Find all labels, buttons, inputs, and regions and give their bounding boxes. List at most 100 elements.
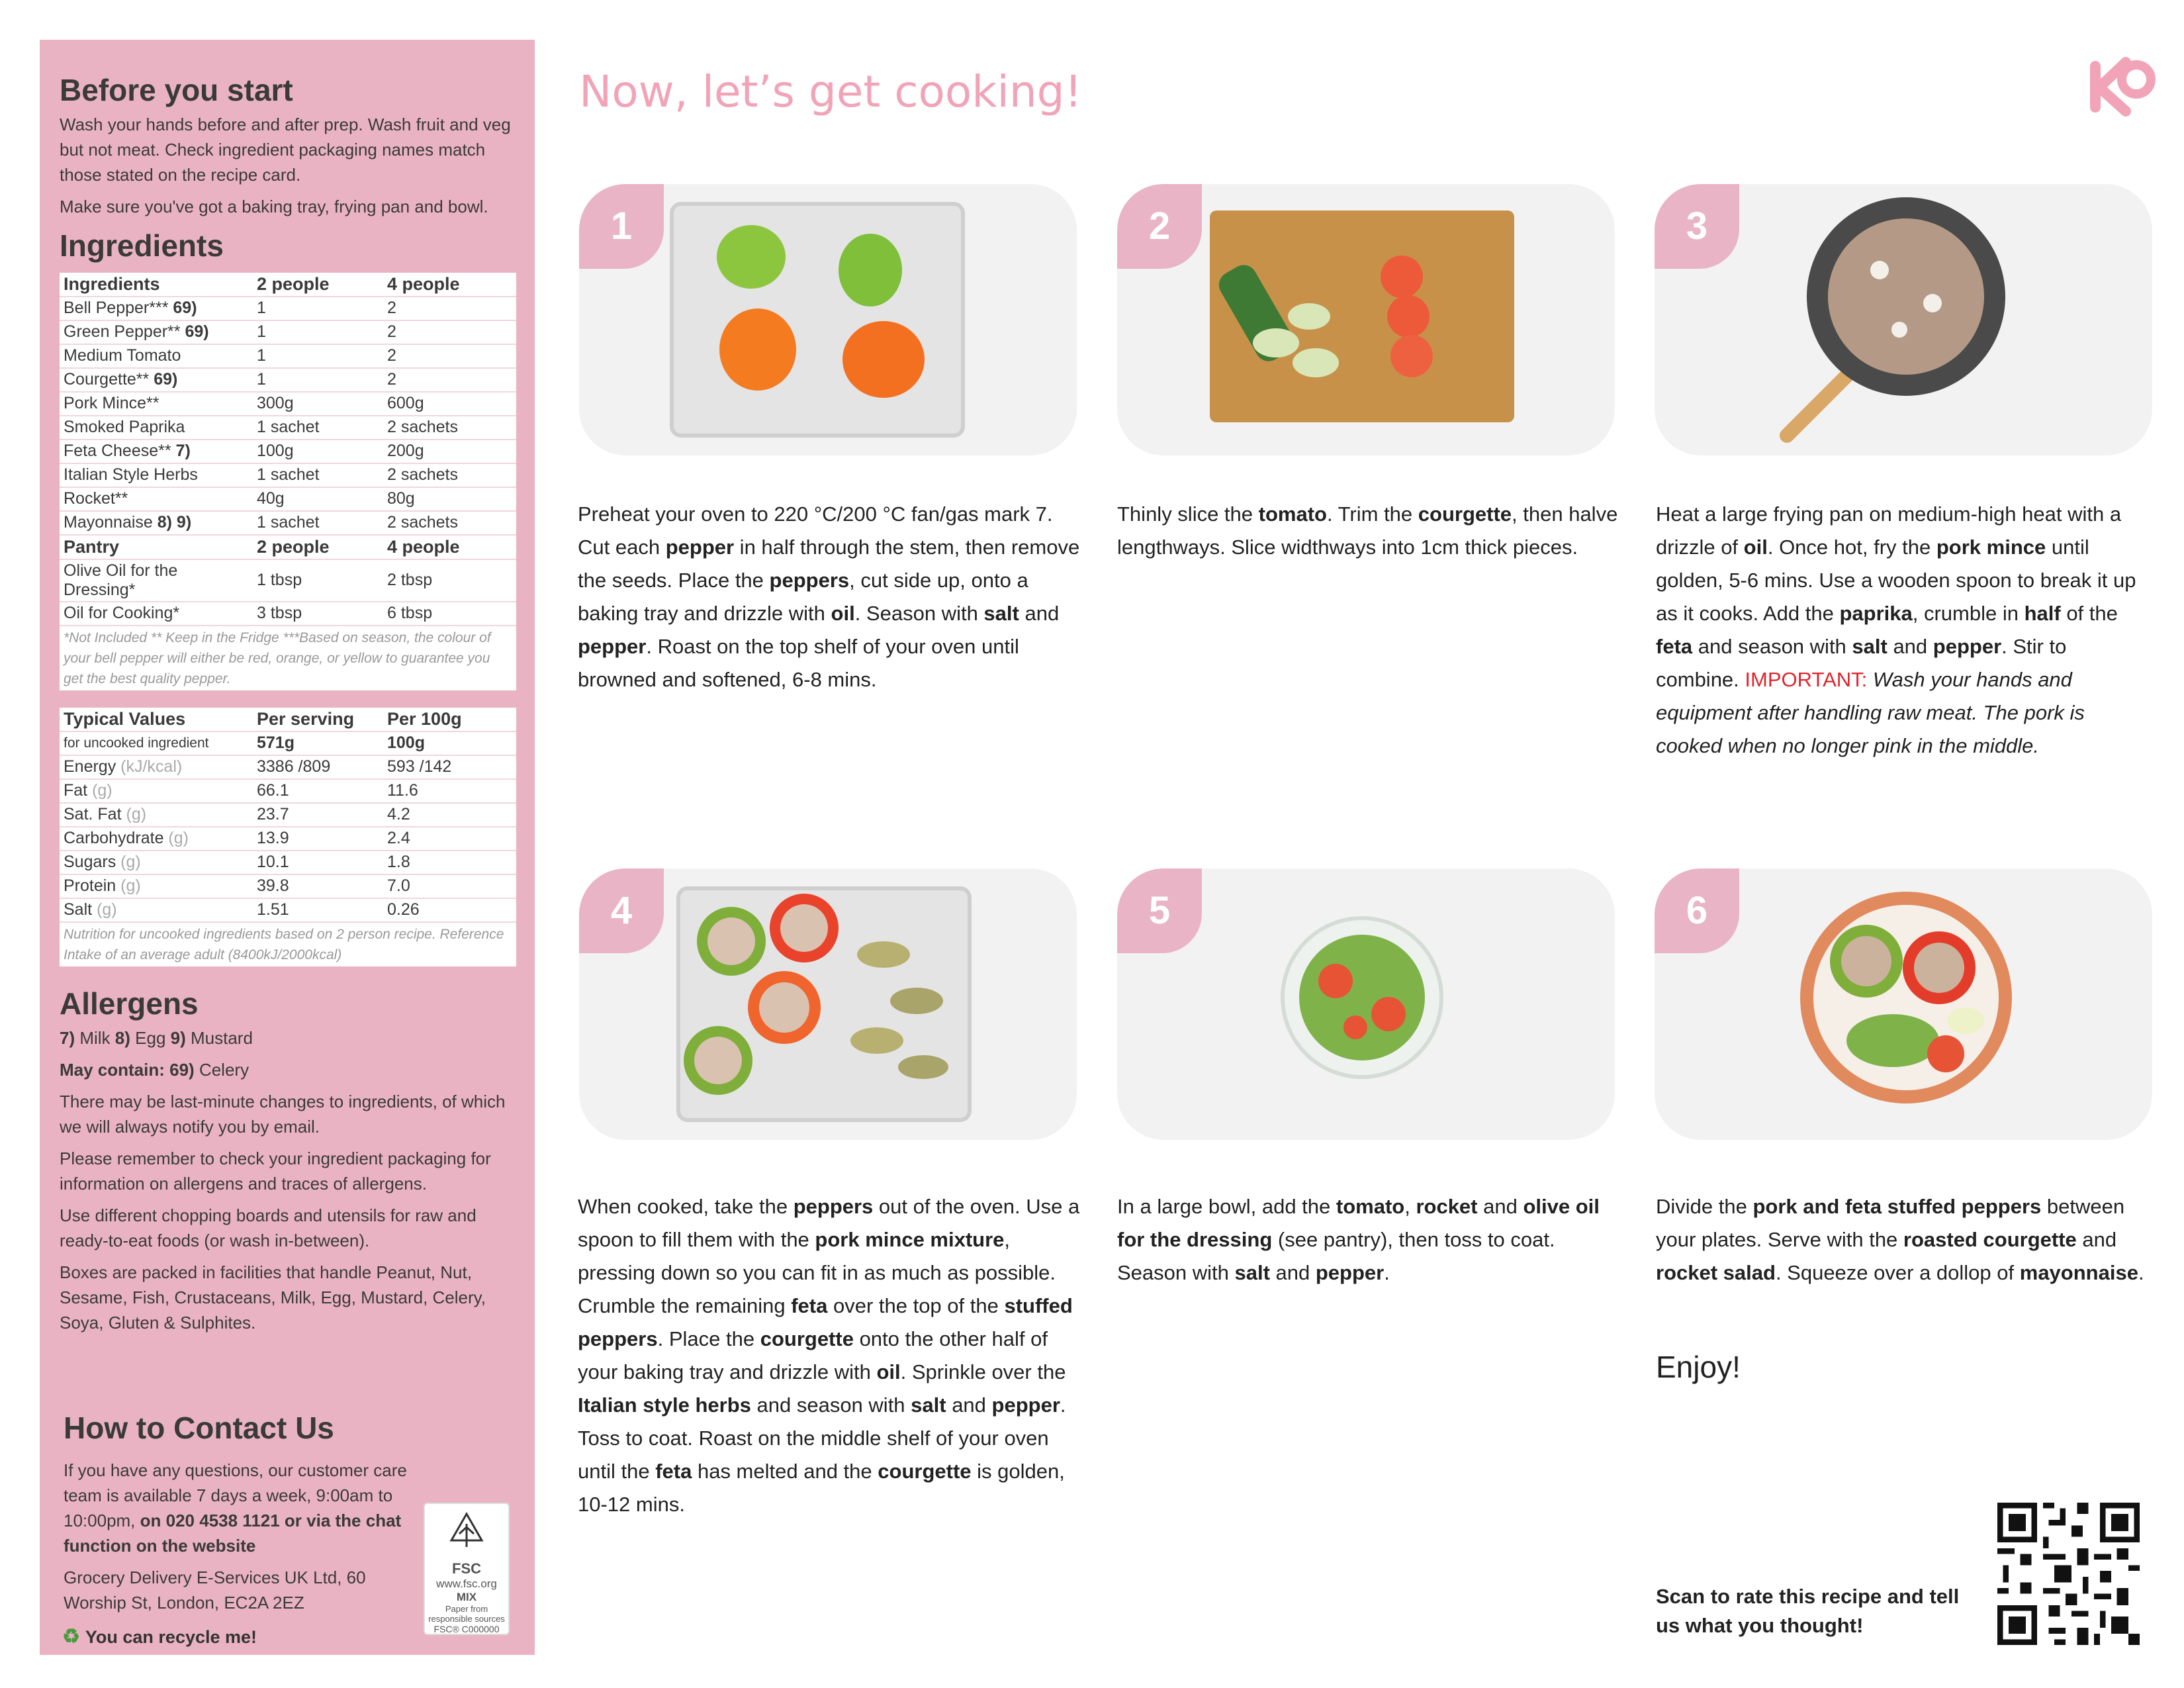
ingredient-row: Green Pepper** 69) 1 2 (60, 320, 516, 345)
step-number-badge: 2 (1117, 184, 1202, 269)
fsc-small: responsible sources (428, 1614, 505, 1624)
allergen-text: Boxes are packed in facilities that hand… (60, 1262, 486, 1333)
nutrition-row: Protein (g) 39.8 7.0 (60, 874, 516, 899)
ingredient-name: Smoked Paprika (60, 415, 253, 440)
allergen-code: 7) (60, 1027, 75, 1048)
ingredients-rows: Bell Pepper*** 69) 1 2 Green Pepper** 69) 1 2… (60, 296, 516, 536)
ingredient-qty-4: 2 (383, 320, 516, 345)
ingredient-row: Pork Mince** 300g 600g (60, 391, 516, 416)
allergen-name: Egg (130, 1027, 171, 1048)
ingredient-name: Italian Style Herbs (60, 463, 253, 488)
sub-cell: for uncooked ingredient (60, 731, 253, 756)
nutrient-per-100g: 2.4 (383, 826, 516, 851)
pantry-qty-4: 6 tbsp (383, 601, 516, 626)
pantry-header-row: Pantry 2 people 4 people (60, 534, 516, 560)
nutrient-per-100g: 11.6 (383, 778, 516, 804)
ingredient-name: Medium Tomato (60, 344, 253, 369)
page-title: Now, let’s get cooking! (579, 66, 1082, 117)
fsc-tree-icon (449, 1511, 484, 1547)
ingredient-row: Bell Pepper*** 69) 1 2 (60, 296, 516, 321)
ingredient-qty-2: 1 (253, 344, 383, 369)
step-1-image: 1 (579, 184, 1077, 455)
before-text: Wash your hands before and after prep. W… (60, 114, 511, 185)
allergens-title: Allergens (60, 986, 199, 1021)
step-number-badge: 6 (1655, 868, 1739, 953)
nutrient-name: Sat. Fat (g) (60, 802, 253, 827)
ingredient-row: Medium Tomato 1 2 (60, 344, 516, 369)
ingredient-name: Mayonnaise 8) 9) (60, 510, 253, 536)
nutrient-per-serving: 10.1 (253, 850, 383, 875)
qr-code-icon[interactable] (1997, 1503, 2140, 1645)
nutrient-name: Salt (g) (60, 898, 253, 923)
ingredients-table: Ingredients 2 people 4 people Bell Peppe… (60, 272, 516, 690)
ingredient-row: Courgette** 69) 1 2 (60, 367, 516, 393)
step-4-image: 4 (579, 868, 1077, 1140)
contact-address: Grocery Delivery E-Services UK Ltd, 60 W… (64, 1568, 366, 1613)
nutrition-row: Sugars (g) 10.1 1.8 (60, 850, 516, 875)
ingredient-qty-2: 1 sachet (253, 510, 383, 536)
recycle-note: ♻ You can recycle me! (62, 1625, 257, 1648)
ingredient-qty-4: 2 sachets (383, 463, 516, 488)
nutrition-row: Carbohydrate (g) 13.9 2.4 (60, 826, 516, 851)
ingredient-name: Green Pepper** 69) (60, 320, 253, 345)
ingredient-qty-4: 200g (383, 439, 516, 464)
header-cell: Per serving (253, 707, 383, 732)
ingredient-row: Italian Style Herbs 1 sachet 2 sachets (60, 463, 516, 488)
nutrient-per-100g: 0.26 (383, 898, 516, 923)
nutrient-name: Energy (kJ/kcal) (60, 755, 253, 780)
nutrition-row: Energy (kJ/kcal) 3386 /809 593 /142 (60, 755, 516, 780)
pantry-row: Olive Oil for the Dressing* 1 tbsp 2 tbsp (60, 559, 516, 602)
contact-block: How to Contact Us If you have any questi… (64, 1410, 408, 1622)
header-cell: Typical Values (60, 707, 253, 732)
allergen-text: Use different chopping boards and utensi… (60, 1205, 477, 1250)
before-title: Before you start (60, 73, 293, 107)
ingredient-row: Mayonnaise 8) 9) 1 sachet 2 sachets (60, 510, 516, 536)
ingredients-title: Ingredients (60, 228, 224, 263)
sub-cell: 100g (383, 731, 516, 756)
nutrition-sub-row: for uncooked ingredient 571g 100g (60, 731, 516, 756)
enjoy-text: Enjoy! (1656, 1350, 1741, 1384)
ingredient-qty-4: 2 sachets (383, 510, 516, 536)
ingredient-row: Smoked Paprika 1 sachet 2 sachets (60, 415, 516, 440)
nutrient-per-100g: 7.0 (383, 874, 516, 899)
nutrition-header-row: Typical Values Per serving Per 100g (60, 707, 516, 732)
fsc-label: FSC (452, 1560, 481, 1577)
pantry-name: Olive Oil for the Dressing* (60, 559, 253, 602)
step-2-image: 2 (1117, 184, 1615, 455)
allergen-code: 8) (114, 1027, 130, 1048)
nutrition-row: Fat (g) 66.1 11.6 (60, 778, 516, 804)
step-6-text: Divide the pork and feta stuffed peppers… (1656, 1195, 2144, 1284)
sidebar: Before you start Wash your hands before … (40, 40, 535, 1655)
header-cell: 4 people (383, 534, 516, 560)
pantry-row: Oil for Cooking* 3 tbsp 6 tbsp (60, 601, 516, 626)
step-number-badge: 3 (1655, 184, 1739, 269)
may-contain-value: Celery (194, 1059, 250, 1080)
nutrient-per-serving: 66.1 (253, 778, 383, 804)
nutrient-per-serving: 3386 /809 (253, 755, 383, 780)
step-2-text: Thinly slice the tomato. Trim the courge… (1117, 502, 1618, 559)
header-cell: Pantry (60, 534, 253, 560)
ingredient-qty-4: 600g (383, 391, 516, 416)
scan-prompt: Scan to rate this recipe and tell us wha… (1656, 1585, 1960, 1637)
ingredient-qty-2: 1 sachet (253, 463, 383, 488)
ingredient-qty-2: 1 sachet (253, 415, 383, 440)
allergen-text: There may be last-minute changes to ingr… (60, 1091, 506, 1137)
nutrition-row: Salt (g) 1.51 0.26 (60, 898, 516, 923)
ingredients-header-row: Ingredients 2 people 4 people (60, 272, 516, 297)
pantry-qty-2: 1 tbsp (253, 559, 383, 602)
step-number-badge: 1 (579, 184, 664, 269)
header-cell: 4 people (383, 272, 516, 297)
fsc-site: www.fsc.org (436, 1577, 497, 1590)
nutrition-note: Nutrition for uncooked ingredients based… (64, 926, 504, 962)
step-6-image: 6 (1655, 868, 2152, 1140)
ingredient-qty-4: 2 (383, 296, 516, 321)
allergen-text: Please remember to check your ingredient… (60, 1148, 491, 1194)
allergen-name: Milk (75, 1027, 115, 1048)
recycle-icon: ♻ (62, 1626, 80, 1648)
nutrition-rows: Energy (kJ/kcal) 3386 /809 593 /142 Fat (g)… (60, 755, 516, 923)
nutrition-note-row: Nutrition for uncooked ingredients based… (60, 922, 516, 966)
contact-title: How to Contact Us (64, 1411, 334, 1445)
nutrient-name: Carbohydrate (g) (60, 826, 253, 851)
ingredients-note: *Not Included ** Keep in the Fridge ***B… (64, 630, 491, 686)
fsc-mix: MIX (456, 1591, 477, 1603)
